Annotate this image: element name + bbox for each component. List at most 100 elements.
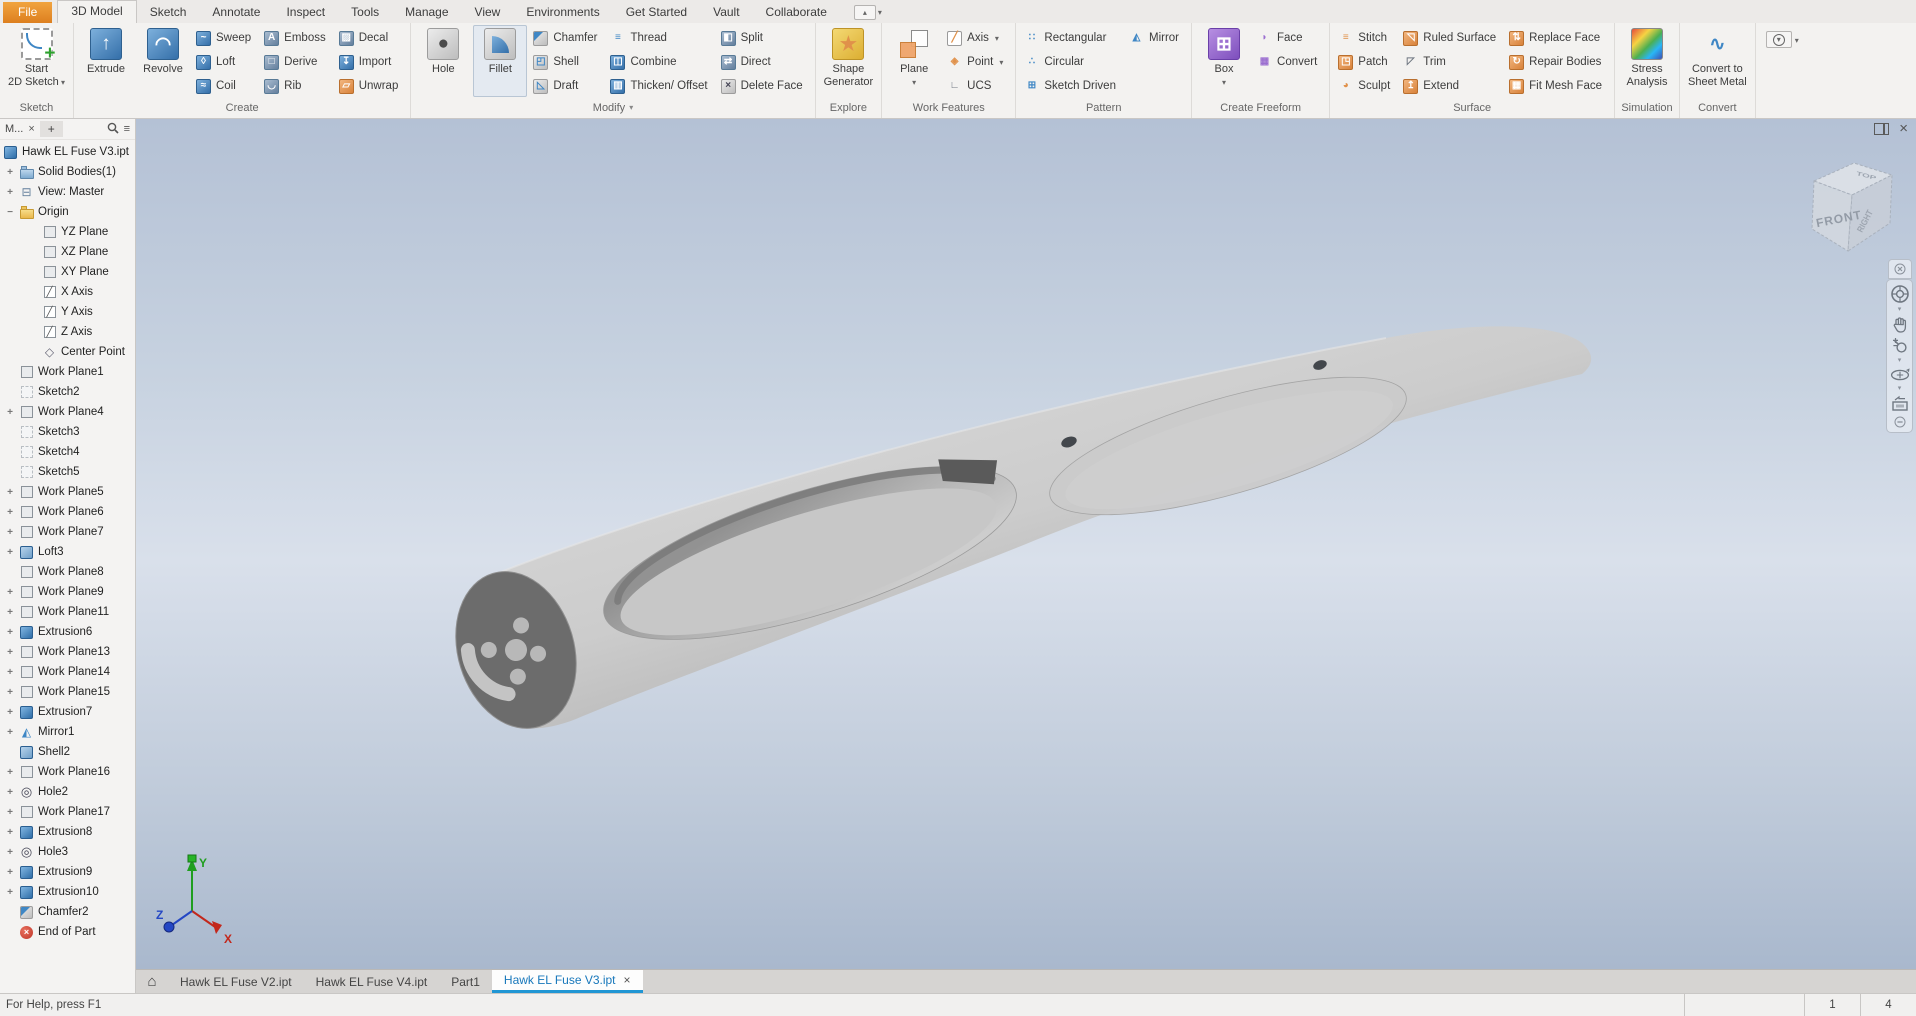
model-fuselage[interactable] [136,119,1916,969]
menu-icon[interactable]: ≡ [124,123,130,135]
tree-expander-icon[interactable]: + [5,647,15,658]
menu-tab-3d-model[interactable]: 3D Model [57,0,136,23]
repair-bodies-button[interactable]: ↻Repair Bodies [1506,50,1609,74]
tree-item-view-master[interactable]: +⊟View: Master [0,182,135,202]
ruled-surface-button[interactable]: ◹Ruled Surface [1400,26,1503,50]
search-icon[interactable] [107,122,119,137]
tree-item-work-plane15[interactable]: +Work Plane15 [0,682,135,702]
coil-button[interactable]: ≈Coil [193,74,258,98]
sculpt-button[interactable]: ◕Sculpt [1335,74,1397,98]
hole-button[interactable]: ●Hole [416,25,470,97]
tree-item-extrusion7[interactable]: +Extrusion7 [0,702,135,722]
menu-tab-view[interactable]: View [462,2,514,23]
ribbon-group-label[interactable]: Modify▾ [411,98,814,117]
orbit-icon[interactable] [1889,367,1911,383]
dropdown-icon[interactable]: ▾ [995,34,999,43]
split-button[interactable]: ◧Split [718,26,810,50]
split-view-icon[interactable] [1874,123,1889,135]
close-icon[interactable]: × [624,973,631,987]
menu-tab-tools[interactable]: Tools [338,2,392,23]
stitch-button[interactable]: ≡Stitch [1335,26,1397,50]
tree-expander-icon[interactable]: − [5,207,15,218]
box-button[interactable]: ⊞Box▾ [1197,25,1251,97]
tree-item-work-plane9[interactable]: +Work Plane9 [0,582,135,602]
fit-mesh-face-button[interactable]: ▦Fit Mesh Face [1506,74,1609,98]
tree-expander-icon[interactable]: + [5,887,15,898]
sketch-driven-button[interactable]: ⊞Sketch Driven [1021,74,1123,98]
tree-item-yz-plane[interactable]: YZ Plane [0,222,135,242]
menu-tab-environments[interactable]: Environments [513,2,612,23]
look-at-icon[interactable] [1889,395,1911,413]
menu-tab-sketch[interactable]: Sketch [137,2,200,23]
tree-item-center-point[interactable]: ◇Center Point [0,342,135,362]
ribbon-minimize-control[interactable]: ▴▾ [854,5,882,20]
start-2d-sketch-button[interactable]: +Start 2D Sketch ▾ [5,25,68,97]
ucs-button[interactable]: ∟UCS [944,74,1010,98]
tree-item-work-plane17[interactable]: +Work Plane17 [0,802,135,822]
axis-button[interactable]: ╱Axis▾ [944,26,1010,50]
tree-item-xz-plane[interactable]: XZ Plane [0,242,135,262]
tree-item-x-axis[interactable]: ╱X Axis [0,282,135,302]
doc-tab-hawk-el-fuse-v4-ipt[interactable]: Hawk EL Fuse V4.ipt [304,970,440,993]
rectangular-button[interactable]: ∷Rectangular [1021,26,1123,50]
dropdown-icon[interactable]: ▾ [878,8,882,17]
options-icon[interactable] [1889,416,1911,428]
tree-item-z-axis[interactable]: ╱Z Axis [0,322,135,342]
circular-button[interactable]: ∴Circular [1021,50,1123,74]
tree-item-sketch4[interactable]: Sketch4 [0,442,135,462]
menu-tab-vault[interactable]: Vault [700,2,752,23]
revolve-button[interactable]: ◠Revolve [136,25,190,97]
dropdown-icon[interactable]: ▾ [1795,36,1799,45]
close-icon[interactable]: × [1899,123,1908,135]
derive-button[interactable]: □Derive [261,50,333,74]
dropdown-icon[interactable]: ▾ [1898,358,1902,364]
chamfer-button[interactable]: Chamfer [530,26,604,50]
stress-analysis-button[interactable]: Stress Analysis [1620,25,1674,97]
tree-item-hole3[interactable]: +◎Hole3 [0,842,135,862]
tree-expander-icon[interactable]: + [5,587,15,598]
tree-expander-icon[interactable]: + [5,847,15,858]
shell-button[interactable]: ◰Shell [530,50,604,74]
combine-button[interactable]: ◫Combine [607,50,714,74]
fillet-button[interactable]: Fillet [473,25,527,97]
tree-item-end-of-part[interactable]: ×End of Part [0,922,135,942]
panel-overflow-control[interactable]: ▾▾ [1756,23,1809,118]
tree-expander-icon[interactable]: + [5,547,15,558]
panel-overflow-icon[interactable]: ▾ [1766,31,1792,48]
tree-item-work-plane4[interactable]: +Work Plane4 [0,402,135,422]
rib-button[interactable]: ◡Rib [261,74,333,98]
tree-item-work-plane7[interactable]: +Work Plane7 [0,522,135,542]
tree-item-extrusion6[interactable]: +Extrusion6 [0,622,135,642]
convert-to-sheet-metal-button[interactable]: ∿Convert to Sheet Metal [1685,25,1750,97]
tree-item-extrusion8[interactable]: +Extrusion8 [0,822,135,842]
tree-expander-icon[interactable]: + [5,527,15,538]
tree-item-extrusion10[interactable]: +Extrusion10 [0,882,135,902]
doc-tab-hawk-el-fuse-v3-ipt[interactable]: Hawk EL Fuse V3.ipt× [492,970,643,993]
tree-expander-icon[interactable]: + [5,167,15,178]
home-icon[interactable]: ⌂ [136,970,168,993]
tree-expander-icon[interactable]: + [5,767,15,778]
trim-button[interactable]: ◸Trim [1400,50,1503,74]
loft-button[interactable]: ◊Loft [193,50,258,74]
tree-expander-icon[interactable]: + [5,867,15,878]
tree-expander-icon[interactable]: + [5,667,15,678]
dropdown-icon[interactable]: ▾ [1898,386,1902,392]
viewport-3d[interactable]: × FRONT TOP RIGHT [136,119,1916,969]
menu-tab-manage[interactable]: Manage [392,2,461,23]
tree-item-mirror1[interactable]: +◭Mirror1 [0,722,135,742]
replace-face-button[interactable]: ⇅Replace Face [1506,26,1609,50]
tree-expander-icon[interactable]: + [5,727,15,738]
tree-item-shell2[interactable]: Shell2 [0,742,135,762]
tree-item-work-plane16[interactable]: +Work Plane16 [0,762,135,782]
tree-expander-icon[interactable]: + [5,627,15,638]
menu-tab-file[interactable]: File [3,2,52,23]
zoom-icon[interactable] [1889,337,1911,355]
dropdown-icon[interactable]: ▾ [1898,307,1902,313]
tree-item-sketch5[interactable]: Sketch5 [0,462,135,482]
patch-button[interactable]: ◳Patch [1335,50,1397,74]
tree-item-work-plane11[interactable]: +Work Plane11 [0,602,135,622]
close-icon[interactable]: × [28,123,34,135]
draft-button[interactable]: ◺Draft [530,74,604,98]
view-cube[interactable]: FRONT TOP RIGHT [1798,149,1902,267]
tree-expander-icon[interactable]: + [5,487,15,498]
